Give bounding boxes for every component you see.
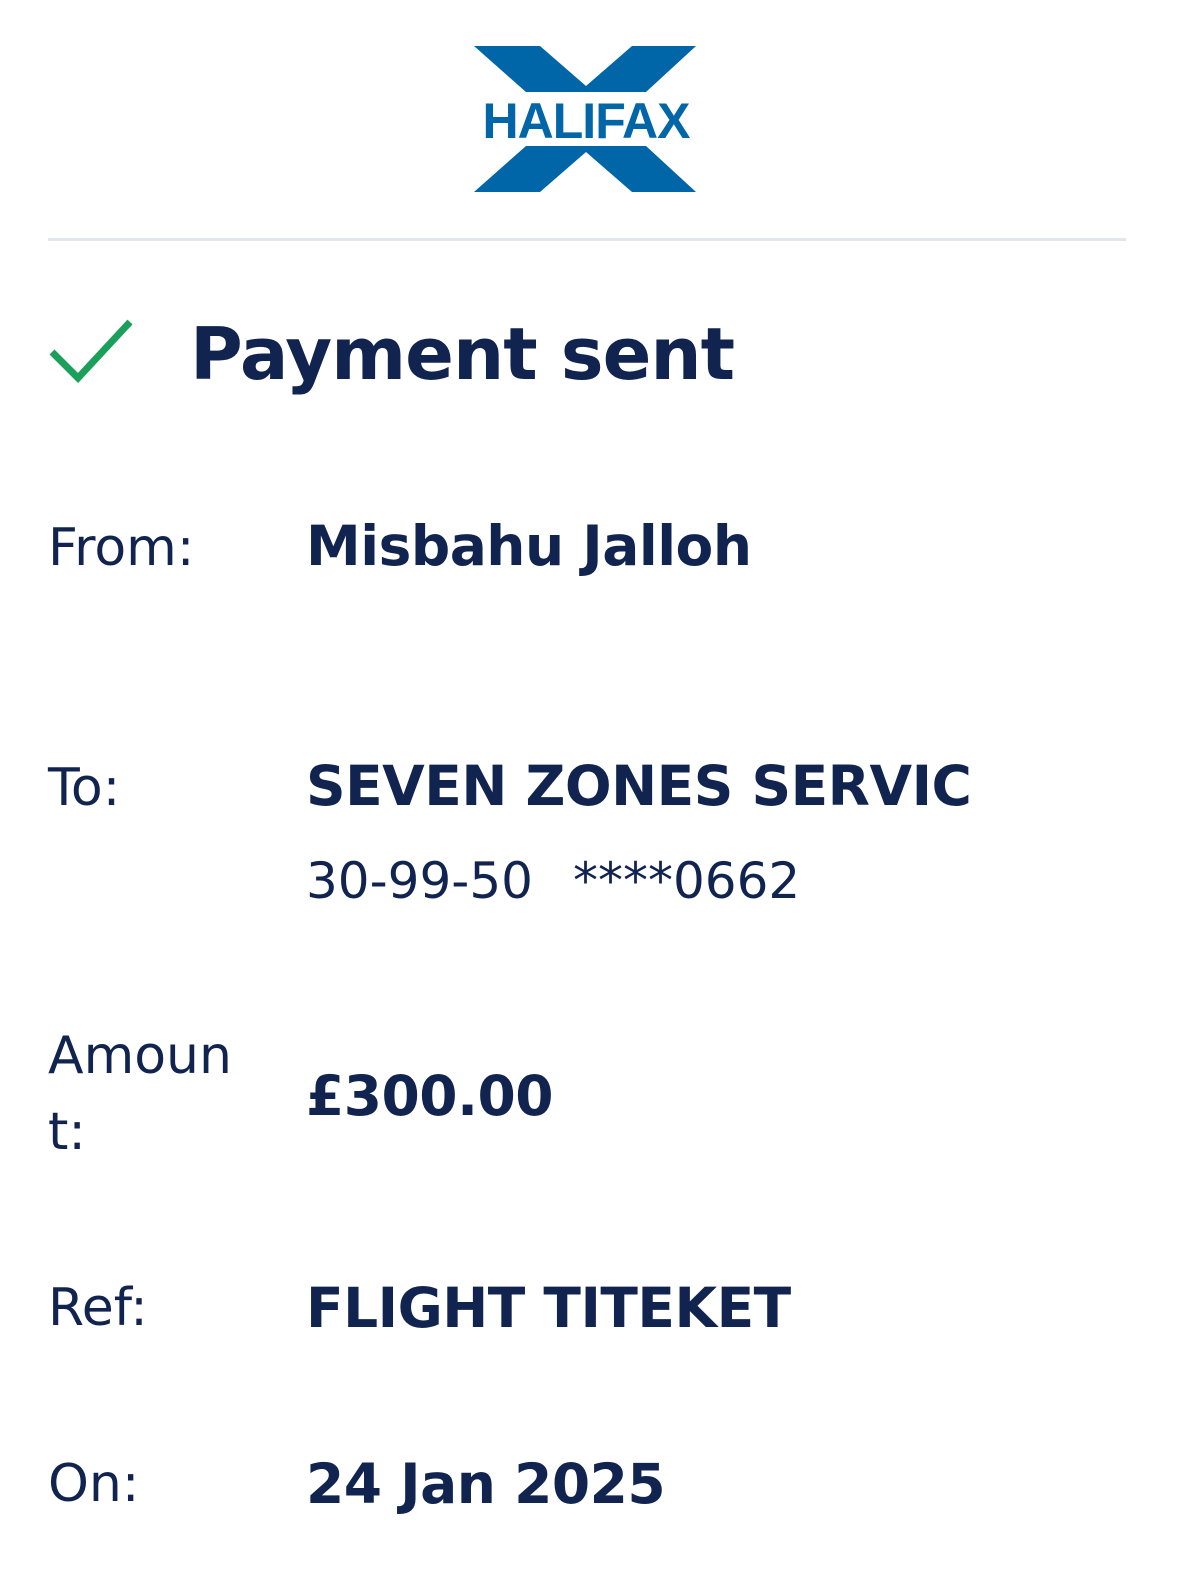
date-label: On: <box>48 1454 140 1514</box>
halifax-x-mark: HALIFAX <box>474 46 696 192</box>
to-value: SEVEN ZONES SERVIC <box>306 754 972 818</box>
to-account-details: 30-99-50 ****0662 <box>306 846 800 916</box>
amount-label: Amount: <box>48 1026 232 1162</box>
account-number: ****0662 <box>572 852 801 910</box>
ref-label: Ref: <box>48 1278 148 1338</box>
sort-code: 30-99-50 <box>306 852 533 910</box>
halifax-logo: HALIFAX <box>474 46 698 192</box>
logo-text: HALIFAX <box>483 93 691 149</box>
to-label: To: <box>48 758 121 818</box>
page-title: Payment sent <box>190 312 735 396</box>
from-value: Misbahu Jalloh <box>306 514 752 578</box>
amount-value: £300.00 <box>306 1064 554 1128</box>
header-divider <box>48 238 1126 241</box>
check-icon <box>49 319 133 384</box>
from-label: From: <box>48 518 195 578</box>
date-value: 24 Jan 2025 <box>306 1452 666 1516</box>
ref-value: FLIGHT TITEKET <box>306 1276 791 1340</box>
